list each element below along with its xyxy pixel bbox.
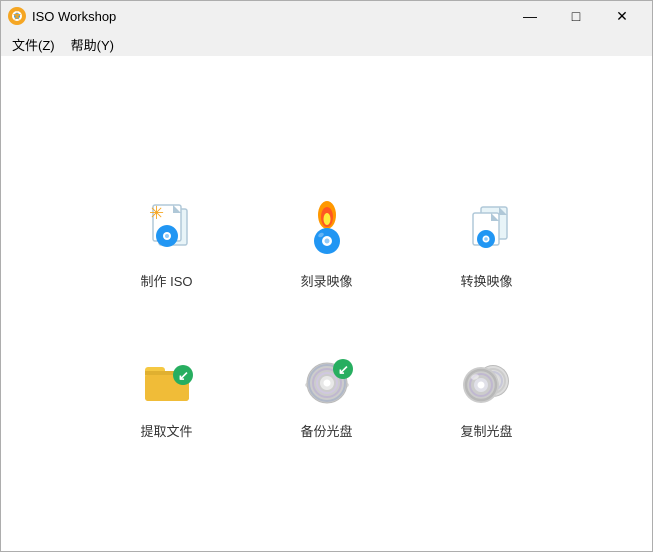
svg-text:↙: ↙ (178, 368, 189, 383)
minimize-button[interactable]: — (507, 0, 553, 32)
backup-disc-label: 备份光盘 (300, 421, 352, 440)
maximize-button[interactable]: □ (553, 0, 599, 32)
close-button[interactable]: ✕ (599, 0, 645, 32)
make-iso-button[interactable]: ✳ 制作 ISO (97, 164, 237, 294)
convert-image-icon (451, 191, 523, 263)
app-icon (8, 7, 26, 25)
window-title: ISO Workshop (32, 9, 507, 24)
backup-disc-icon: ↙ (291, 341, 363, 413)
convert-image-label: 转换映像 (460, 271, 512, 290)
burn-image-icon (291, 191, 363, 263)
make-iso-label: 制作 ISO (140, 271, 192, 290)
window-controls: — □ ✕ (507, 0, 645, 32)
svg-text:✳: ✳ (149, 203, 164, 223)
extract-files-button[interactable]: ↙ 提取文件 (97, 314, 237, 444)
menu-file[interactable]: 文件(Z) (4, 33, 63, 56)
burn-image-label: 刻录映像 (300, 271, 352, 290)
copy-disc-label: 复制光盘 (460, 421, 512, 440)
title-bar: ISO Workshop — □ ✕ (0, 0, 653, 32)
menu-help[interactable]: 帮助(Y) (63, 33, 122, 56)
make-iso-icon: ✳ (131, 191, 203, 263)
burn-image-button[interactable]: 刻录映像 (257, 164, 397, 294)
content-area: ✳ 制作 ISO (0, 56, 653, 552)
convert-image-button[interactable]: 转换映像 (417, 164, 557, 294)
extract-files-icon: ↙ (131, 341, 203, 413)
menu-bar: 文件(Z) 帮助(Y) (0, 32, 653, 56)
copy-disc-icon (451, 341, 523, 413)
main-grid: ✳ 制作 ISO (97, 164, 557, 444)
backup-disc-button[interactable]: ↙ 备份光盘 (257, 314, 397, 444)
svg-text:↙: ↙ (338, 362, 349, 377)
extract-files-label: 提取文件 (140, 421, 192, 440)
copy-disc-button[interactable]: 复制光盘 (417, 314, 557, 444)
